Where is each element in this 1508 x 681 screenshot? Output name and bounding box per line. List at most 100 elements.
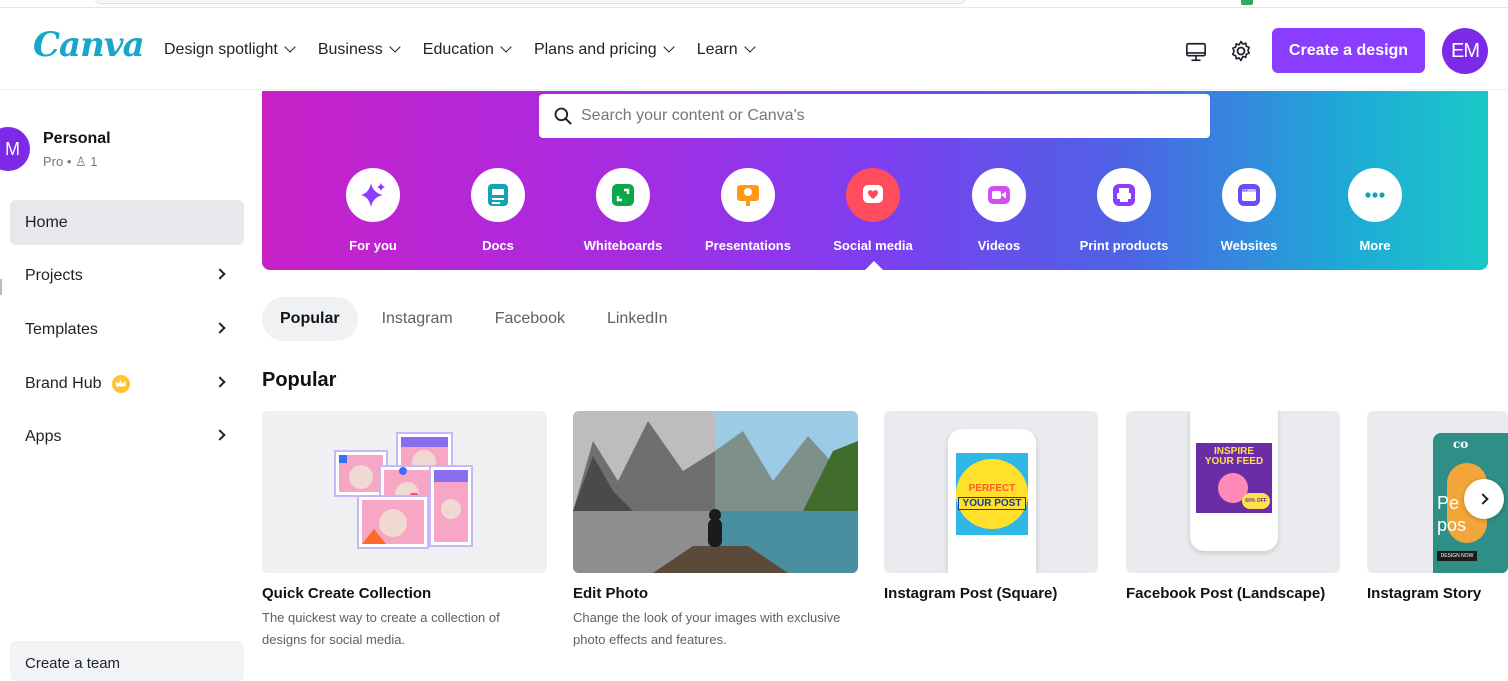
- category-icon-circle: [1222, 168, 1276, 222]
- category-label: Videos: [977, 238, 1021, 253]
- post-subline: YOUR POST: [958, 497, 1026, 510]
- menu-label: Learn: [696, 40, 738, 58]
- tab-linkedin[interactable]: LinkedIn: [589, 297, 686, 341]
- menu-learn[interactable]: Learn: [696, 30, 756, 70]
- more-icon: [1365, 192, 1385, 198]
- main-menu: Design spotlight Business Education Plan…: [164, 9, 756, 90]
- section-title: Popular: [262, 369, 337, 391]
- phone-mockup: INSPIRE YOUR FEED 60% OFF: [1190, 411, 1278, 551]
- sidebar-item-label: Apps: [25, 427, 62, 445]
- tab-instagram[interactable]: Instagram: [364, 297, 471, 341]
- category-whiteboards[interactable]: Whiteboards: [568, 168, 678, 253]
- card-description: The quickest way to create a collection …: [262, 610, 500, 647]
- template-card-edit-photo[interactable]: Edit Photo Change the look of your image…: [573, 411, 858, 651]
- sidebar-item-label: Templates: [25, 320, 98, 338]
- menu-label: Plans and pricing: [533, 40, 657, 58]
- menu-plans-pricing[interactable]: Plans and pricing: [533, 30, 675, 70]
- category-icon-circle: [596, 168, 650, 222]
- lake-photo: [573, 411, 858, 573]
- menu-label: Design spotlight: [164, 40, 278, 58]
- search-input[interactable]: Search your content or Canva's: [539, 94, 1210, 138]
- template-card-quick-create[interactable]: Quick Create Collection The quickest way…: [262, 411, 547, 651]
- browser-address-strip: [0, 0, 1508, 8]
- account-avatar[interactable]: M: [0, 127, 30, 171]
- search-placeholder: Search your content or Canva's: [581, 107, 805, 124]
- sidebar-item-home[interactable]: Home: [10, 200, 244, 245]
- video-icon: [988, 186, 1010, 204]
- extension-icon[interactable]: [1241, 0, 1253, 5]
- category-presentations[interactable]: Presentations: [693, 168, 803, 253]
- canva-logo[interactable]: Canva: [33, 25, 145, 65]
- crown-icon: [111, 374, 130, 393]
- sidebar-item-templates[interactable]: Templates: [10, 307, 244, 352]
- doc-icon: [488, 184, 508, 206]
- hero-banner: Search your content or Canva's For you D…: [262, 91, 1488, 270]
- presentation-icon: [737, 185, 759, 206]
- menu-education[interactable]: Education: [422, 30, 512, 70]
- category-websites[interactable]: Websites: [1194, 168, 1304, 253]
- category-icon-circle: [972, 168, 1026, 222]
- chevron-right-icon: [214, 268, 226, 280]
- menu-business[interactable]: Business: [318, 30, 401, 70]
- tab-facebook[interactable]: Facebook: [477, 297, 583, 341]
- monitor-icon[interactable]: [1185, 41, 1207, 63]
- category-icon-circle: [346, 168, 400, 222]
- chevron-right-icon: [1476, 493, 1489, 505]
- category-label: Print products: [1079, 238, 1169, 253]
- website-icon: [1238, 184, 1260, 206]
- card-title: Instagram Post (Square): [884, 585, 1058, 602]
- card-thumbnail: PERFECT YOUR POST: [884, 411, 1098, 573]
- sidebar: M Personal Pro • ♙ 1 Home Projects Templ…: [0, 91, 250, 681]
- story-cta: DESIGN NOW: [1437, 551, 1477, 561]
- post-preview: PERFECT YOUR POST: [956, 453, 1028, 535]
- sidebar-item-projects[interactable]: Projects: [10, 253, 244, 298]
- story-logo: co: [1453, 437, 1469, 451]
- category-icon-circle: [721, 168, 775, 222]
- category-videos[interactable]: Videos: [944, 168, 1054, 253]
- chevron-right-icon: [214, 322, 226, 334]
- tab-popular[interactable]: Popular: [262, 297, 358, 341]
- printer-icon: [1113, 184, 1135, 206]
- category-row: For you Docs Whiteboards Presentations S…: [262, 168, 1488, 258]
- sidebar-indicator: [0, 279, 2, 295]
- post-subline: YOUR FEED: [1204, 456, 1264, 467]
- story-text: pos: [1437, 515, 1467, 535]
- create-design-button[interactable]: Create a design: [1272, 28, 1425, 73]
- category-icon-circle: [471, 168, 525, 222]
- category-for-you[interactable]: For you: [318, 168, 428, 253]
- category-social-media[interactable]: Social media: [818, 168, 928, 253]
- template-card-instagram-post[interactable]: PERFECT YOUR POST Instagram Post (Square…: [884, 411, 1098, 602]
- sidebar-item-apps[interactable]: Apps: [10, 414, 244, 459]
- card-title: Facebook Post (Landscape): [1126, 585, 1326, 602]
- sidebar-item-brand-hub[interactable]: Brand Hub: [10, 361, 244, 406]
- category-more[interactable]: More: [1320, 168, 1430, 253]
- card-thumbnail: [573, 411, 858, 573]
- category-label: Whiteboards: [583, 238, 663, 253]
- address-bar[interactable]: [95, 0, 965, 4]
- discount-badge: 60% OFF: [1242, 493, 1270, 509]
- category-icon-circle: [846, 168, 900, 222]
- heart-icon: [863, 185, 883, 203]
- user-avatar[interactable]: EM: [1442, 28, 1488, 74]
- top-nav: Canva Design spotlight Business Educatio…: [0, 9, 1508, 90]
- gear-icon[interactable]: [1229, 39, 1253, 63]
- search-icon: [554, 107, 572, 125]
- card-title: Quick Create Collection: [262, 585, 432, 602]
- category-label: Presentations: [705, 238, 791, 253]
- post-headline: PERFECT: [968, 483, 1016, 494]
- card-title: Instagram Story: [1367, 585, 1482, 602]
- sidebar-item-label: Home: [25, 213, 68, 231]
- menu-design-spotlight[interactable]: Design spotlight: [164, 30, 296, 70]
- category-label: More: [1359, 238, 1391, 253]
- create-team-button[interactable]: Create a team: [10, 641, 244, 681]
- phone-mockup: PERFECT YOUR POST: [948, 429, 1036, 573]
- chevron-down-icon: [284, 41, 296, 53]
- carousel-next-button[interactable]: [1464, 479, 1504, 519]
- template-card-facebook-post[interactable]: INSPIRE YOUR FEED 60% OFF Facebook Post …: [1126, 411, 1340, 602]
- menu-label: Education: [422, 40, 494, 58]
- active-category-pointer: [865, 261, 883, 270]
- account-name[interactable]: Personal: [43, 130, 111, 148]
- category-print-products[interactable]: Print products: [1069, 168, 1179, 253]
- account-plan: Pro • ♙ 1: [43, 154, 98, 169]
- category-docs[interactable]: Docs: [443, 168, 553, 253]
